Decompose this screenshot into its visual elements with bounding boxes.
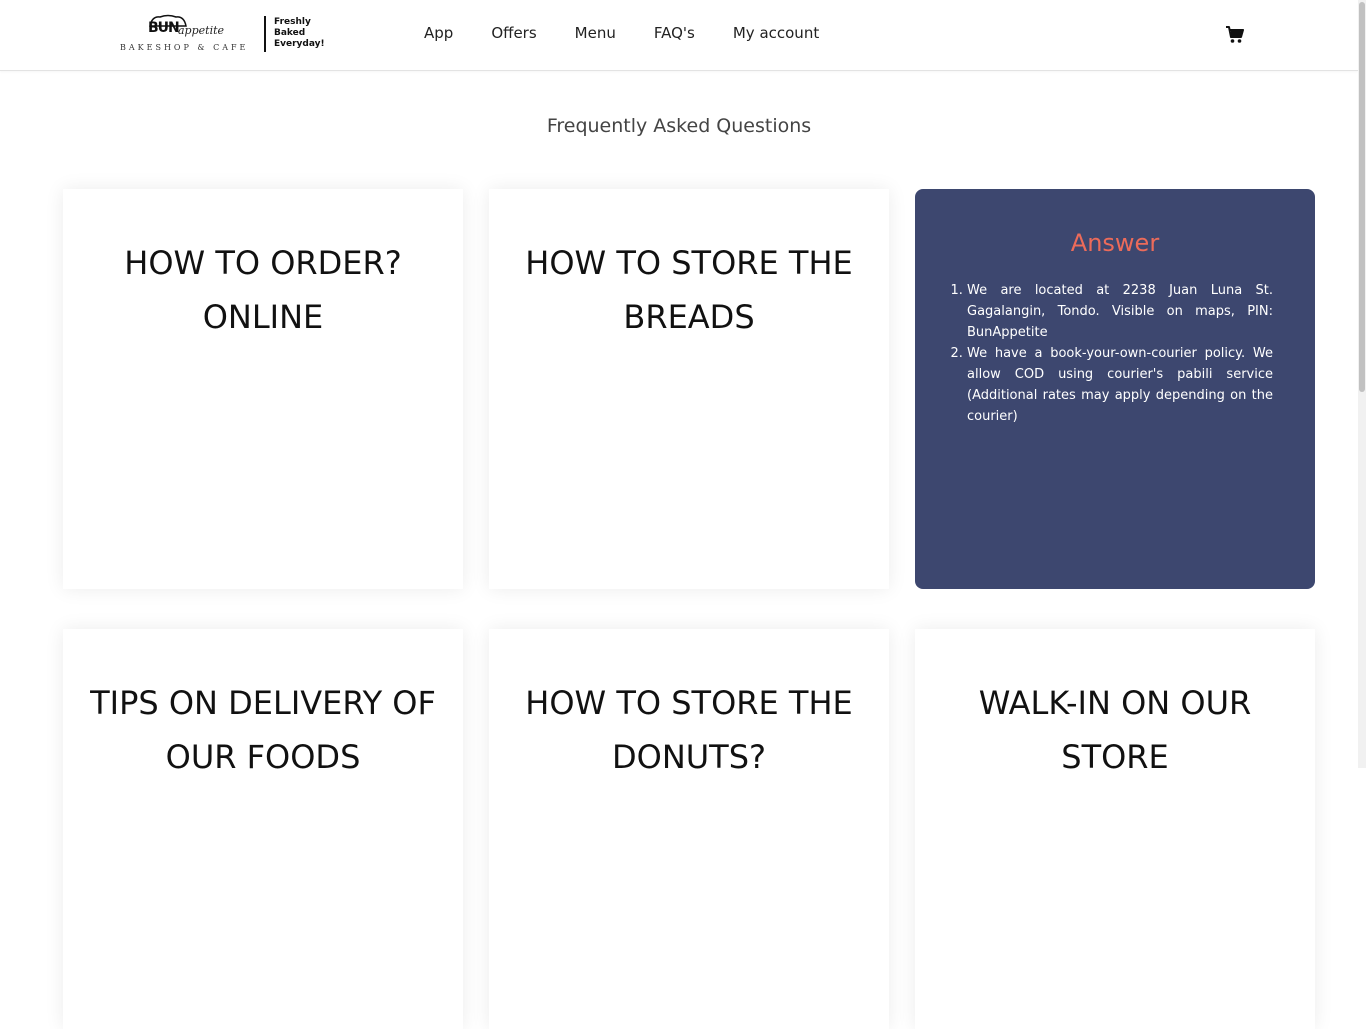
logo-mark: BUN appetite BAKESHOP & CAFE xyxy=(118,14,258,56)
faq-card-tips-delivery[interactable]: TIPS ON DELIVERY OF OUR FOODS xyxy=(63,629,463,1029)
faq-card-title: HOW TO STORE THE BREADS xyxy=(525,244,853,336)
site-header: BUN appetite BAKESHOP & CAFE Freshly Bak… xyxy=(0,0,1358,71)
answer-item: We have a book-your-own-courier policy. … xyxy=(967,343,1273,427)
logo-subtitle: BAKESHOP & CAFE xyxy=(120,43,249,52)
scrollbar-thumb[interactable] xyxy=(1359,2,1365,392)
nav-item-app[interactable]: App xyxy=(424,24,453,42)
answer-title: Answer xyxy=(1070,229,1160,257)
page-title: Frequently Asked Questions xyxy=(546,115,812,137)
nav-item-offers[interactable]: Offers xyxy=(491,24,536,42)
tagline-line: Everyday! xyxy=(274,39,325,49)
faq-answer-card[interactable]: Answer We are located at 2238 Juan Luna … xyxy=(915,189,1315,589)
logo-divider xyxy=(264,16,266,52)
main-nav: App Offers Menu FAQ's My account xyxy=(424,24,857,42)
tagline-line: Freshly xyxy=(274,17,311,27)
nav-item-menu[interactable]: Menu xyxy=(575,24,616,42)
tagline-line: Baked xyxy=(274,28,306,38)
answer-item: We are located at 2238 Juan Luna St. Gag… xyxy=(967,280,1273,343)
faq-card-title: HOW TO ORDER? ONLINE xyxy=(124,244,402,336)
logo-script-text: appetite xyxy=(178,24,225,37)
logo-tagline: Freshly Baked Everyday! xyxy=(274,17,344,50)
faq-card-store-breads[interactable]: HOW TO STORE THE BREADS xyxy=(489,189,889,589)
page-scrollbar[interactable] xyxy=(1358,0,1366,768)
brand-logo[interactable]: BUN appetite BAKESHOP & CAFE Freshly Bak… xyxy=(118,14,333,56)
faq-card-store-donuts[interactable]: HOW TO STORE THE DONUTS? xyxy=(489,629,889,1029)
faq-card-how-to-order[interactable]: HOW TO ORDER? ONLINE xyxy=(63,189,463,589)
faq-card-walk-in[interactable]: WALK-IN ON OUR STORE xyxy=(915,629,1315,1029)
shopping-cart-icon[interactable] xyxy=(1226,26,1244,44)
nav-item-faqs[interactable]: FAQ's xyxy=(654,24,695,42)
nav-item-my-account[interactable]: My account xyxy=(733,24,819,42)
answer-list: We are located at 2238 Juan Luna St. Gag… xyxy=(953,280,1273,427)
logo-bun-text: BUN xyxy=(148,20,180,36)
